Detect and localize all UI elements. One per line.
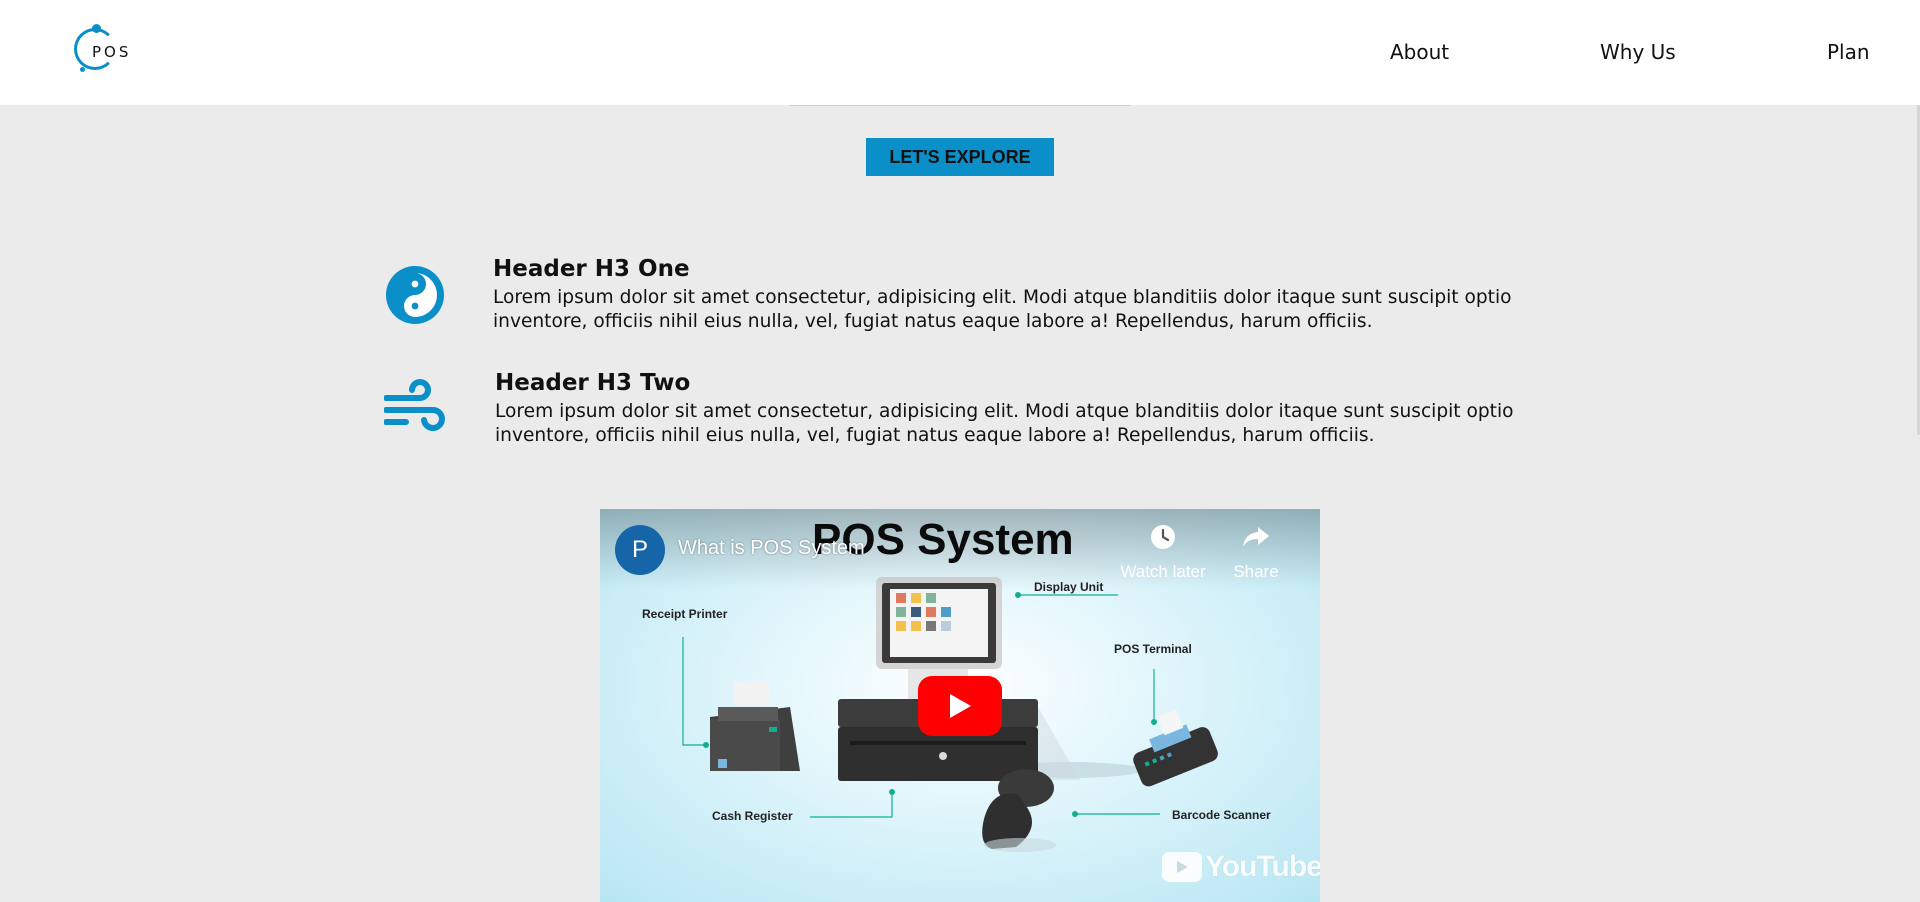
feature-title: Header H3 Two [495, 370, 691, 396]
nav-why-us-link[interactable]: Why Us [1600, 40, 1676, 64]
video-play-button[interactable] [918, 676, 1002, 736]
nav-about-link[interactable]: About [1390, 40, 1449, 64]
display-unit-label: Display Unit [1034, 580, 1104, 594]
feature-description: Lorem ipsum dolor sit amet consectetur, … [495, 401, 1514, 446]
receipt-printer-illustration [710, 681, 800, 771]
feature-title: Header H3 One [493, 256, 690, 282]
yin-yang-icon [386, 266, 444, 324]
share-icon [1243, 527, 1269, 547]
watch-later-button[interactable]: Watch later [1118, 523, 1208, 582]
pos-terminal-illustration [1133, 709, 1218, 787]
share-label: Share [1233, 562, 1279, 581]
youtube-wordmark: YouTube [1205, 850, 1320, 883]
cash-register-label: Cash Register [712, 809, 793, 823]
wind-icon [384, 379, 445, 431]
receipt-printer-label: Receipt Printer [642, 607, 728, 621]
navbar: POS About Why Us Plan [0, 0, 1920, 105]
logo-dot [92, 24, 101, 33]
youtube-logo[interactable]: YouTube [1162, 850, 1320, 884]
logo-text: POS [92, 43, 132, 61]
section-divider [790, 105, 1130, 106]
feature-description: Lorem ipsum dolor sit amet consectetur, … [493, 287, 1512, 332]
watch-later-label: Watch later [1120, 562, 1206, 581]
channel-avatar[interactable]: P [615, 525, 665, 575]
share-button[interactable]: Share [1228, 523, 1284, 582]
barcode-scanner-illustration [982, 769, 1056, 852]
pos-logo[interactable]: POS [72, 22, 138, 78]
video-title-link[interactable]: What is POS System [678, 537, 865, 560]
youtube-video-embed[interactable]: POS System P What is POS System Watch la… [600, 509, 1320, 902]
lets-explore-button[interactable]: LET'S EXPLORE [866, 138, 1054, 176]
nav-plan-link[interactable]: Plan [1827, 40, 1870, 64]
pos-terminal-label: POS Terminal [1114, 642, 1192, 656]
youtube-play-box-icon [1162, 852, 1202, 882]
play-icon [950, 694, 971, 718]
barcode-scanner-label: Barcode Scanner [1172, 808, 1271, 822]
clock-icon [1151, 525, 1175, 549]
logo-dot-small [80, 67, 85, 72]
